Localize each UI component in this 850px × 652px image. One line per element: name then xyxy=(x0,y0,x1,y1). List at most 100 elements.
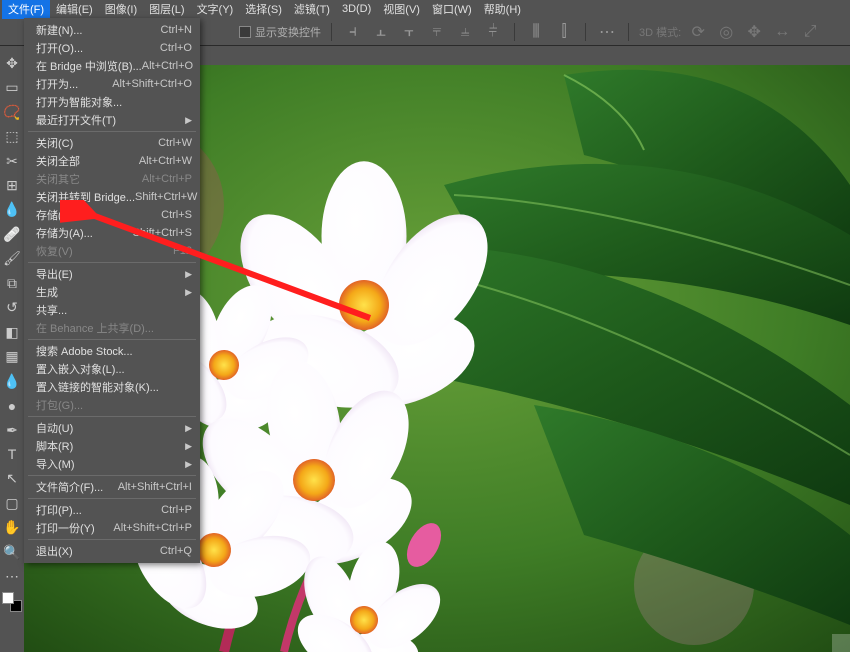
file-menu-item[interactable]: 搜索 Adobe Stock... xyxy=(24,342,200,360)
marquee-tool-icon[interactable]: ▭ xyxy=(2,78,22,96)
menu-item-label: 在 Bridge 中浏览(B)... xyxy=(36,58,142,74)
brush-tool-icon[interactable]: 🖌 xyxy=(2,250,22,268)
menu-item-shortcut: Shift+Ctrl+S xyxy=(133,227,192,239)
type-tool-icon[interactable]: T xyxy=(2,445,22,463)
history-brush-tool-icon[interactable]: ↺ xyxy=(2,299,22,317)
menu-window[interactable]: 窗口(W) xyxy=(426,0,478,19)
file-menu-item[interactable]: 新建(N)...Ctrl+N xyxy=(24,21,200,39)
file-menu-item: 关闭其它Alt+Ctrl+P xyxy=(24,170,200,188)
edit-toolbar-icon[interactable]: ⋯ xyxy=(2,568,22,586)
file-menu-item[interactable]: 关闭并转到 Bridge...Shift+Ctrl+W xyxy=(24,188,200,206)
gradient-tool-icon[interactable]: ▦ xyxy=(2,347,22,365)
lasso-tool-icon[interactable]: 📿 xyxy=(2,103,22,121)
align-center-h-icon[interactable]: ⫠ xyxy=(370,22,392,42)
file-menu-item[interactable]: 置入链接的智能对象(K)... xyxy=(24,378,200,396)
tool-panel: ✥ ▭ 📿 ⬚ ✂ ⊞ 💧 🩹 🖌 ⧉ ↺ ◧ ▦ 💧 ● ✒ T ↖ ▢ ✋ … xyxy=(0,46,24,652)
more-icon[interactable]: ⋯ xyxy=(596,22,618,42)
slide-3d-icon: ↔ xyxy=(771,22,793,42)
hand-tool-icon[interactable]: ✋ xyxy=(2,519,22,537)
menu-help[interactable]: 帮助(H) xyxy=(478,0,527,19)
menu-image[interactable]: 图像(I) xyxy=(99,0,143,19)
file-menu-item[interactable]: 打开为...Alt+Shift+Ctrl+O xyxy=(24,75,200,93)
menu-item-shortcut: Ctrl+S xyxy=(161,209,192,221)
file-menu-item[interactable]: 打印(P)...Ctrl+P xyxy=(24,501,200,519)
file-menu-item[interactable]: 打开(O)...Ctrl+O xyxy=(24,39,200,57)
healing-tool-icon[interactable]: 🩹 xyxy=(2,225,22,243)
file-menu-item[interactable]: 关闭(C)Ctrl+W xyxy=(24,134,200,152)
submenu-arrow-icon: ▶ xyxy=(185,459,192,470)
file-menu-item[interactable]: 自动(U)▶ xyxy=(24,419,200,437)
align-right-icon[interactable]: ⫟ xyxy=(398,22,420,42)
align-left-icon[interactable]: ⫞ xyxy=(342,22,364,42)
menu-item-label: 存储(S) xyxy=(36,207,73,223)
menu-bar: 文件(F) 编辑(E) 图像(I) 图层(L) 文字(Y) 选择(S) 滤镜(T… xyxy=(0,0,850,18)
quick-select-tool-icon[interactable]: ⬚ xyxy=(2,127,22,145)
menu-layer[interactable]: 图层(L) xyxy=(143,0,190,19)
file-menu-item[interactable]: 导入(M) ▶ xyxy=(24,455,200,473)
menu-item-label: 搜索 Adobe Stock... xyxy=(36,343,133,359)
foreground-color-swatch[interactable] xyxy=(2,592,14,604)
menu-item-label: 导入(M) xyxy=(36,456,75,472)
submenu-arrow-icon: ▶ xyxy=(185,287,192,298)
menu-view[interactable]: 视图(V) xyxy=(377,0,426,19)
path-tool-icon[interactable]: ↖ xyxy=(2,470,22,488)
menu-item-shortcut: Alt+Ctrl+O xyxy=(142,60,193,72)
menu-item-label: 打开为智能对象... xyxy=(36,94,122,110)
align-top-icon[interactable]: ⫧ xyxy=(426,22,448,42)
stamp-tool-icon[interactable]: ⧉ xyxy=(2,274,22,292)
show-transform-checkbox[interactable] xyxy=(239,26,251,38)
menu-item-label: 生成 xyxy=(36,284,58,300)
submenu-arrow-icon: ▶ xyxy=(185,441,192,452)
menu-item-label: 关闭并转到 Bridge... xyxy=(36,189,135,205)
menu-select[interactable]: 选择(S) xyxy=(239,0,288,19)
file-menu-item[interactable]: 文件简介(F)...Alt+Shift+Ctrl+I xyxy=(24,478,200,496)
menu-item-shortcut: Ctrl+Q xyxy=(160,545,192,557)
mode-3d-label: 3D 模式: xyxy=(639,24,681,40)
align-bottom-icon[interactable]: ⫩ xyxy=(482,22,504,42)
menu-item-label: 退出(X) xyxy=(36,543,73,559)
file-menu-item[interactable]: 共享... xyxy=(24,301,200,319)
file-menu-item[interactable]: 存储(S) Ctrl+S xyxy=(24,206,200,224)
pen-tool-icon[interactable]: ✒ xyxy=(2,421,22,439)
file-menu-item[interactable]: 生成 ▶ xyxy=(24,283,200,301)
file-menu-item[interactable]: 关闭全部Alt+Ctrl+W xyxy=(24,152,200,170)
menu-item-label: 关闭全部 xyxy=(36,153,80,169)
frame-tool-icon[interactable]: ⊞ xyxy=(2,176,22,194)
file-menu-item[interactable]: 在 Bridge 中浏览(B)...Alt+Ctrl+O xyxy=(24,57,200,75)
move-tool-icon[interactable]: ✥ xyxy=(2,54,22,72)
file-menu-item[interactable]: 退出(X) Ctrl+Q xyxy=(24,542,200,560)
blur-tool-icon[interactable]: 💧 xyxy=(2,372,22,390)
file-menu-item: 在 Behance 上共享(D)... xyxy=(24,319,200,337)
eyedropper-tool-icon[interactable]: 💧 xyxy=(2,201,22,219)
distribute-h-icon[interactable]: ⫼ xyxy=(525,22,547,42)
dodge-tool-icon[interactable]: ● xyxy=(2,396,22,414)
shape-tool-icon[interactable]: ▢ xyxy=(2,494,22,512)
orbit-3d-icon: ⟳ xyxy=(687,22,709,42)
file-menu-item[interactable]: 置入嵌入对象(L)... xyxy=(24,360,200,378)
distribute-v-icon[interactable]: ⫿ xyxy=(553,22,575,42)
file-menu-item[interactable]: 存储为(A)...Shift+Ctrl+S xyxy=(24,224,200,242)
pan-3d-icon: ✥ xyxy=(743,22,765,42)
submenu-arrow-icon: ▶ xyxy=(185,423,192,434)
file-menu-item[interactable]: 最近打开文件(T)▶ xyxy=(24,111,200,129)
menu-type[interactable]: 文字(Y) xyxy=(191,0,240,19)
menu-3d[interactable]: 3D(D) xyxy=(336,1,377,17)
file-menu-item[interactable]: 脚本(R)▶ xyxy=(24,437,200,455)
show-transform-label: 显示变换控件 xyxy=(255,24,321,40)
zoom-tool-icon[interactable]: 🔍 xyxy=(2,543,22,561)
eraser-tool-icon[interactable]: ◧ xyxy=(2,323,22,341)
menu-item-label: 恢复(V) xyxy=(36,243,73,259)
crop-tool-icon[interactable]: ✂ xyxy=(2,152,22,170)
menu-item-shortcut: Ctrl+O xyxy=(160,42,192,54)
submenu-arrow-icon: ▶ xyxy=(185,115,192,126)
menu-file[interactable]: 文件(F) xyxy=(2,0,50,19)
color-swatches[interactable] xyxy=(2,592,22,612)
file-menu-item[interactable]: 打印一份(Y)Alt+Shift+Ctrl+P xyxy=(24,519,200,537)
file-menu-item[interactable]: 导出(E)▶ xyxy=(24,265,200,283)
menu-edit[interactable]: 编辑(E) xyxy=(50,0,99,19)
align-center-v-icon[interactable]: ⫨ xyxy=(454,22,476,42)
menu-filter[interactable]: 滤镜(T) xyxy=(288,0,336,19)
menu-item-label: 打印(P)... xyxy=(36,502,82,518)
menu-item-label: 置入嵌入对象(L)... xyxy=(36,361,125,377)
file-menu-item[interactable]: 打开为智能对象... xyxy=(24,93,200,111)
